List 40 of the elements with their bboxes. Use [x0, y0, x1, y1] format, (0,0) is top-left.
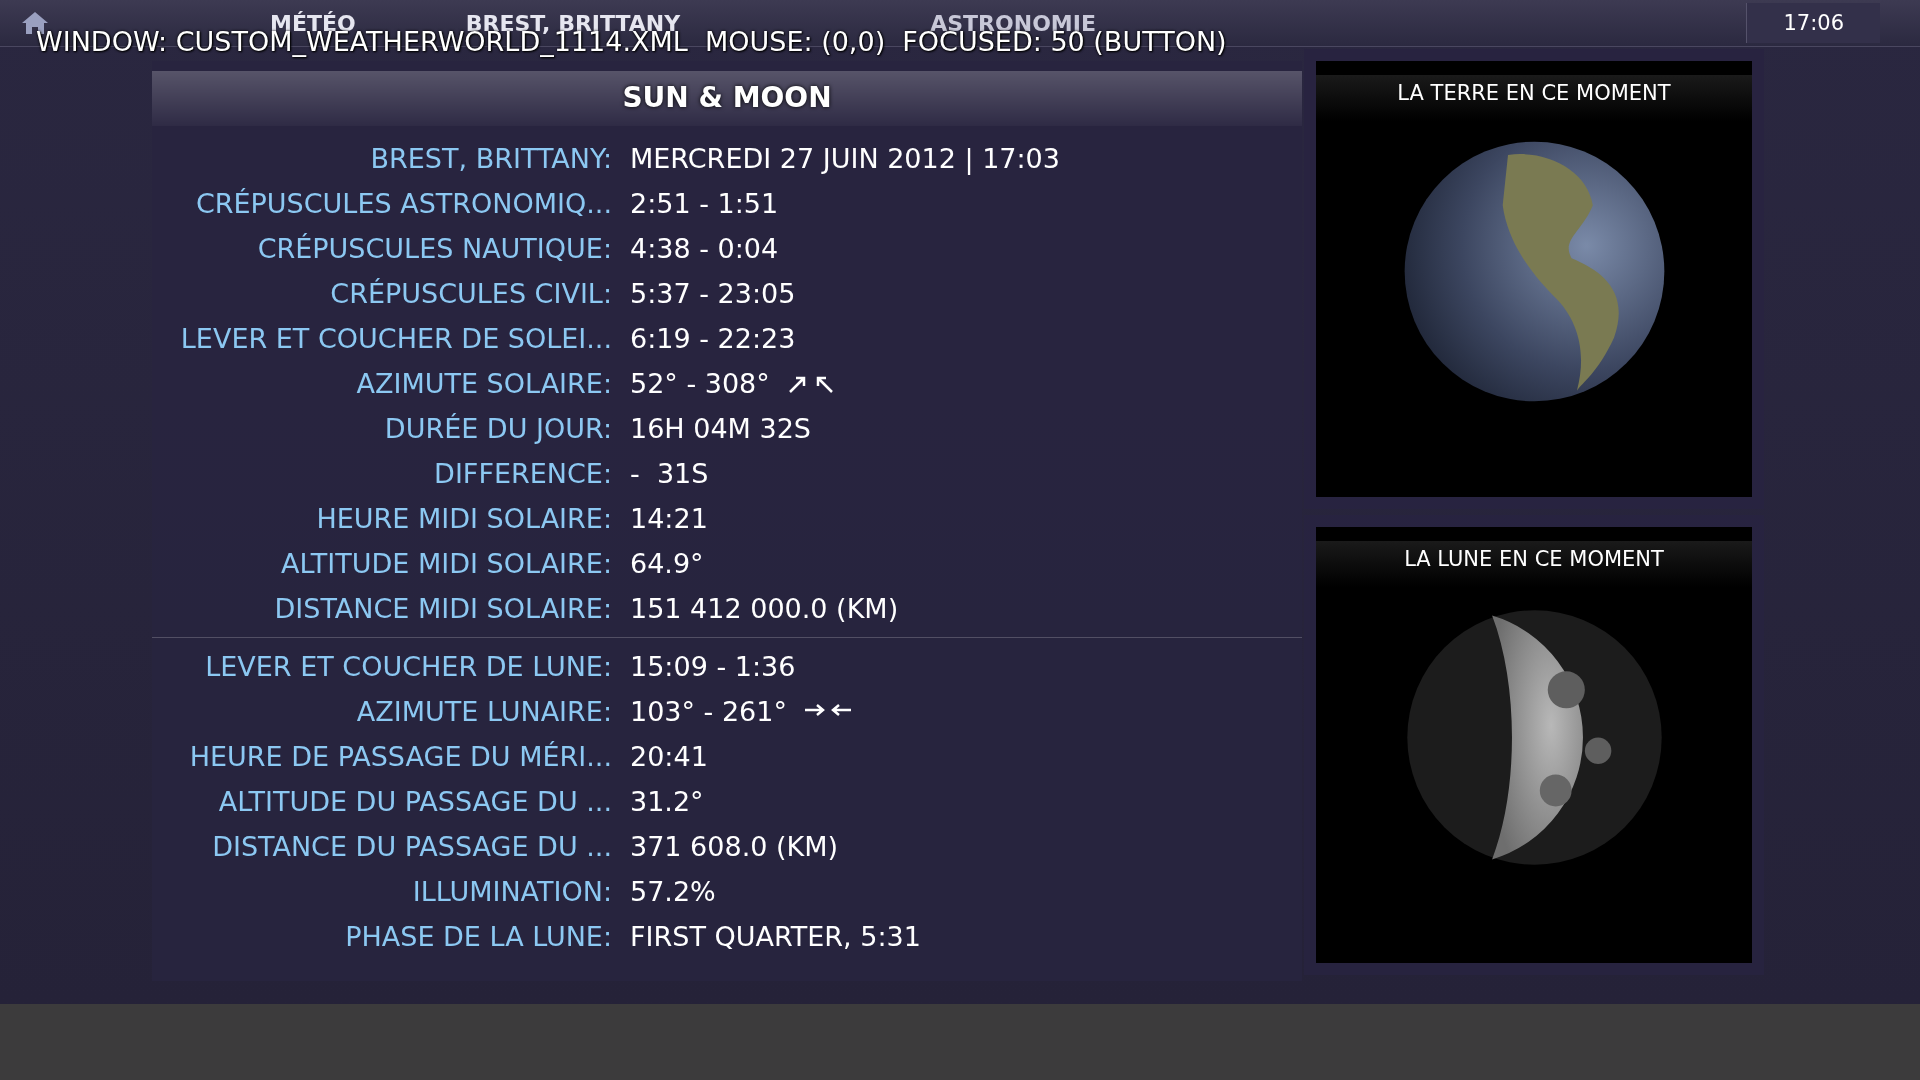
row-label: DISTANCE DU PASSAGE DU ... — [211, 831, 613, 862]
row-value: 151 412 000.0 (KM) — [630, 593, 899, 624]
row-label: AZIMUTE SOLAIRE: — [355, 368, 613, 399]
row-value: 6:19 - 22:23 — [630, 323, 796, 354]
row-label: HEURE DE PASSAGE DU MÉRI... — [188, 741, 613, 772]
row-label: CRÉPUSCULES NAUTIQUE: — [256, 233, 613, 264]
row-value: 5:37 - 23:05 — [630, 278, 796, 309]
row-label: ALTITUDE MIDI SOLAIRE: — [280, 548, 613, 579]
row-label: DIFFERENCE: — [433, 458, 613, 489]
row-value: 15:09 - 1:36 — [630, 651, 796, 682]
row-value: 64.9° — [630, 548, 704, 579]
row-value: 52° - 308° — [630, 368, 770, 399]
row-label: PHASE DE LA LUNE: — [344, 921, 613, 952]
row-value: FIRST QUARTER, 5:31 — [630, 921, 921, 952]
row-value: 2:51 - 1:51 — [630, 188, 779, 219]
row-value: - 31S — [630, 458, 709, 489]
row-label: DURÉE DU JOUR: — [383, 413, 613, 444]
row-label: HEURE MIDI SOLAIRE: — [315, 503, 613, 534]
panel-title: LA LUNE EN CE MOMENT — [1404, 547, 1664, 571]
row-label: ILLUMINATION: — [411, 876, 613, 907]
row-label: CRÉPUSCULES ASTRONOMIQ... — [194, 188, 613, 219]
row-value: 20:41 — [630, 741, 708, 772]
row-value: 371 608.0 (KM) — [630, 831, 839, 862]
row-label: ALTITUDE DU PASSAGE DU ... — [217, 786, 613, 817]
row-value: 103° - 261° — [630, 696, 787, 727]
row-label: BREST, BRITTANY: — [369, 143, 613, 174]
panel-title: LA TERRE EN CE MOMENT — [1397, 81, 1671, 105]
row-label: CRÉPUSCULES CIVIL: — [329, 278, 613, 309]
row-label: LEVER ET COUCHER DE LUNE: — [204, 651, 613, 682]
row-value: MERCREDI 27 JUIN 2012 | 17:03 — [630, 143, 1060, 174]
row-value: 31.2° — [630, 786, 704, 817]
clock: 17:06 — [1746, 3, 1880, 43]
row-label: AZIMUTE LUNAIRE: — [355, 696, 613, 727]
row-value: 16H 04M 32S — [630, 413, 811, 444]
row-value: 4:38 - 0:04 — [630, 233, 779, 264]
row-label: LEVER ET COUCHER DE SOLEI... — [179, 323, 613, 354]
row-value: 14:21 — [630, 503, 708, 534]
row-value: 57.2% — [630, 876, 716, 907]
row-label: DISTANCE MIDI SOLAIRE: — [273, 593, 613, 624]
panel-title: SUN & MOON — [622, 81, 832, 114]
